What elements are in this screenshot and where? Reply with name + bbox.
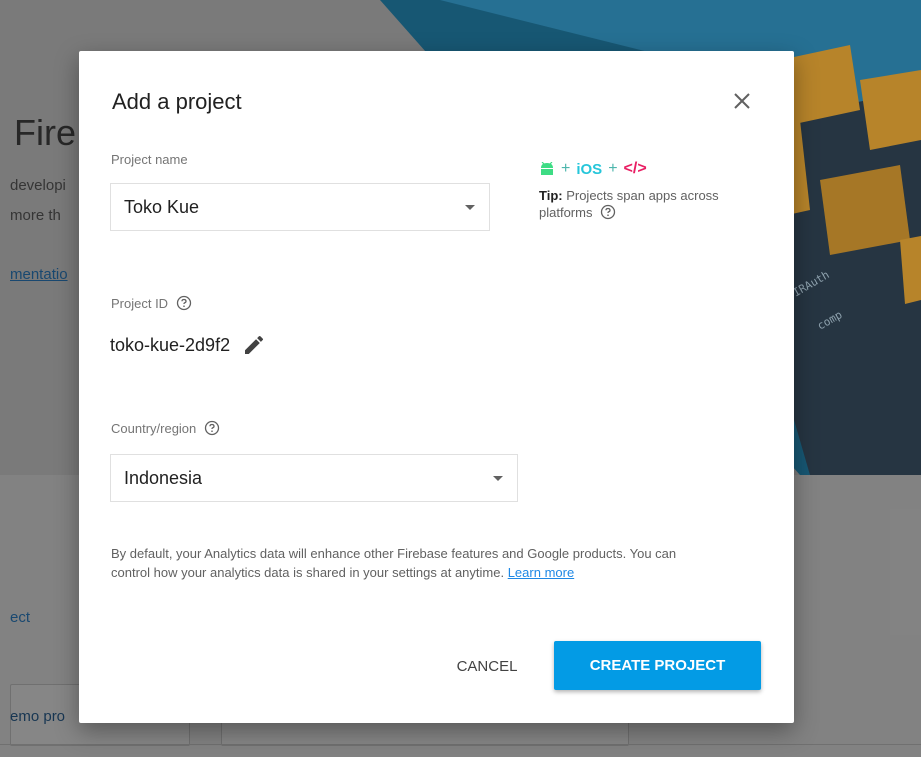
project-id-value: toko-kue-2d9f2 <box>110 334 231 355</box>
project-id-row: toko-kue-2d9f2 <box>110 333 266 357</box>
country-value: Indonesia <box>124 467 203 488</box>
close-icon[interactable] <box>728 87 756 115</box>
project-name-input[interactable]: Toko Kue <box>110 183 490 231</box>
analytics-notice: By default, your Analytics data will enh… <box>111 544 711 582</box>
country-select[interactable]: Indonesia <box>110 454 518 502</box>
project-name-value: Toko Kue <box>124 196 200 217</box>
tip-text: Tip: Projects span apps across platforms <box>539 187 749 221</box>
ios-label: iOS <box>576 160 603 178</box>
project-name-label-text: Project name <box>111 152 188 167</box>
help-icon[interactable] <box>176 295 192 311</box>
help-icon[interactable] <box>600 204 616 220</box>
tip-body: Projects span apps across platforms <box>539 188 719 220</box>
tip-bold: Tip: <box>539 188 563 203</box>
analytics-text: By default, your Analytics data will enh… <box>111 546 677 580</box>
chevron-down-icon <box>493 476 503 481</box>
web-code-icon: </> <box>623 160 647 177</box>
learn-more-link[interactable]: Learn more <box>508 565 574 580</box>
dialog-title: Add a project <box>112 89 242 114</box>
add-project-dialog: Add a project Project name Toko Kue + iO… <box>79 51 794 723</box>
project-id-label-text: Project ID <box>111 295 169 311</box>
help-icon[interactable] <box>204 420 220 436</box>
platforms-row: + iOS + </> <box>539 159 749 179</box>
pencil-icon[interactable] <box>242 333 266 357</box>
plus-sign: + <box>561 160 571 177</box>
chevron-down-icon <box>465 205 475 210</box>
tip-block: + iOS + </> Tip: Projects span apps acro… <box>539 159 749 221</box>
cancel-button[interactable]: CANCEL <box>432 643 542 689</box>
project-name-label: Project name <box>111 152 188 167</box>
android-icon <box>541 162 553 175</box>
country-label-text: Country/region <box>111 420 197 436</box>
country-label: Country/region <box>111 420 220 436</box>
create-project-button[interactable]: CREATE PROJECT <box>554 641 761 690</box>
plus-sign: + <box>608 160 618 177</box>
project-id-label: Project ID <box>111 295 192 311</box>
